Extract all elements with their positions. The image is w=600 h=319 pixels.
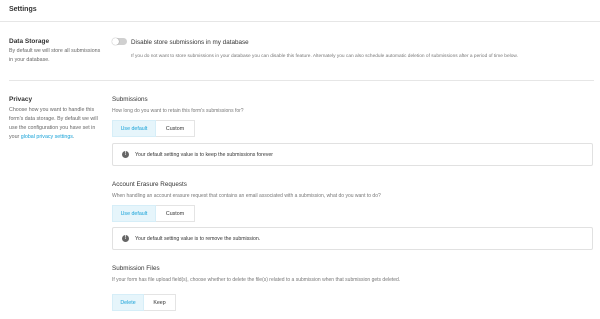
files-keep-button[interactable]: Keep: [144, 294, 176, 311]
files-option-group: Delete Keep: [112, 294, 176, 311]
erasure-option-group: Use default Custom: [112, 205, 195, 222]
page-title: Settings: [9, 6, 37, 13]
info-circle-icon: !: [122, 151, 129, 158]
submissions-notice-text: Your default setting value is to keep th…: [135, 152, 273, 158]
global-privacy-settings-link[interactable]: global privacy settings: [21, 134, 73, 140]
erasure-notice-text: Your default setting value is to remove …: [135, 236, 261, 242]
files-description: If your form has file upload field(s), c…: [112, 277, 401, 283]
data-storage-title: Data Storage: [9, 38, 50, 45]
submissions-use-default-button[interactable]: Use default: [112, 120, 156, 137]
data-storage-description: By default we will store all submissions…: [9, 48, 101, 63]
erasure-notice: ! Your default setting value is to remov…: [112, 227, 593, 250]
disable-storage-toggle[interactable]: [112, 38, 127, 45]
toggle-knob: [112, 38, 119, 45]
privacy-description-suffix: .: [72, 134, 75, 140]
disable-storage-help: If you do not want to store submissions …: [131, 54, 518, 59]
erasure-custom-button[interactable]: Custom: [156, 205, 195, 222]
settings-header: Settings: [0, 0, 600, 22]
disable-storage-label: Disable store submissions in my database: [131, 38, 249, 46]
privacy-title: Privacy: [9, 96, 33, 103]
files-title: Submission Files: [112, 265, 160, 272]
files-delete-button[interactable]: Delete: [112, 294, 144, 311]
erasure-title: Account Erasure Requests: [112, 181, 187, 188]
section-divider: [9, 80, 594, 81]
submissions-title: Submissions: [112, 96, 148, 103]
info-circle-icon: !: [122, 235, 129, 242]
erasure-description: When handling an account erasure request…: [112, 193, 381, 199]
submissions-option-group: Use default Custom: [112, 120, 195, 137]
submissions-notice: ! Your default setting value is to keep …: [112, 143, 593, 166]
submissions-description: How long do you want to retain this form…: [112, 108, 244, 114]
privacy-description: Choose how you want to handle this form'…: [9, 106, 101, 142]
erasure-use-default-button[interactable]: Use default: [112, 205, 156, 222]
submissions-custom-button[interactable]: Custom: [156, 120, 195, 137]
